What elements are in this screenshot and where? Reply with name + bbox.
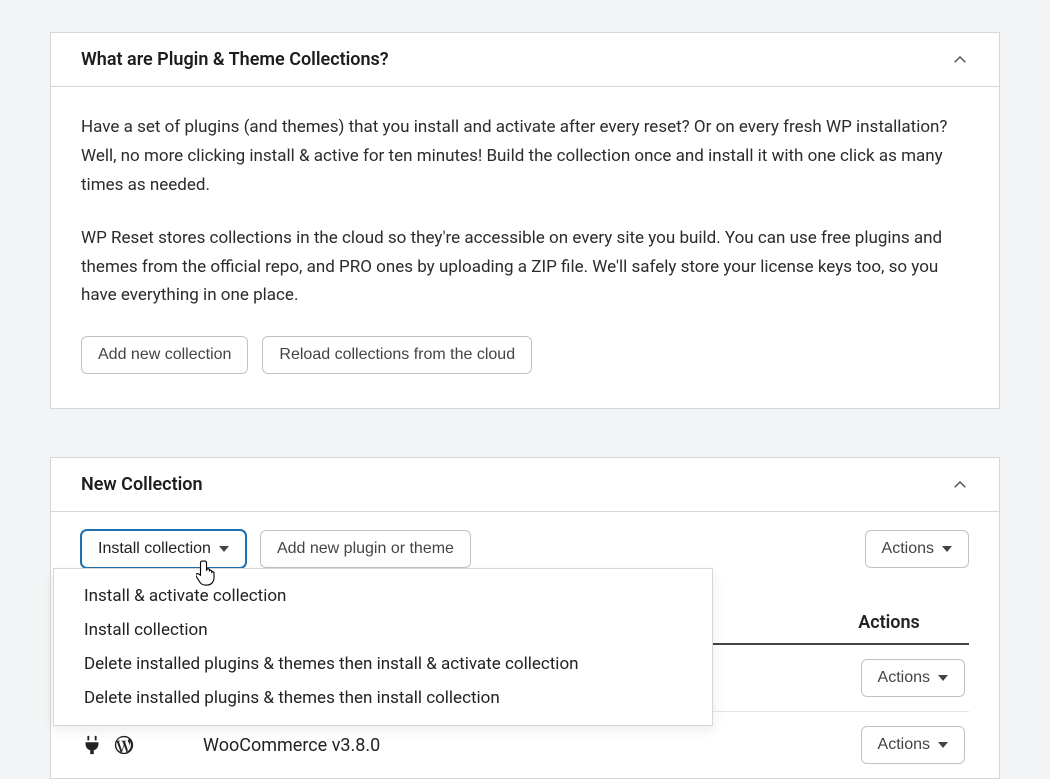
new-collection-title: New Collection xyxy=(81,474,203,495)
row-actions-label: Actions xyxy=(878,669,930,687)
col-actions-header: Actions xyxy=(809,612,969,633)
add-new-collection-button[interactable]: Add new collection xyxy=(81,336,248,374)
wordpress-icon xyxy=(113,734,135,756)
new-collection-header[interactable]: New Collection xyxy=(51,458,999,511)
install-collection-menu: Install & activate collection Install co… xyxy=(53,568,713,726)
menu-install-activate[interactable]: Install & activate collection xyxy=(54,579,712,613)
plug-icon xyxy=(81,734,103,756)
new-collection-card: New Collection Install collection Add ne… xyxy=(50,457,1000,779)
row-actions-dropdown-button[interactable]: Actions xyxy=(861,659,965,697)
collections-info-paragraph: WP Reset stores collections in the cloud… xyxy=(81,224,969,311)
collections-info-header[interactable]: What are Plugin & Theme Collections? xyxy=(51,33,999,86)
chevron-up-icon xyxy=(951,51,969,69)
collections-info-actions: Add new collection Reload collections fr… xyxy=(81,336,969,374)
caret-down-icon xyxy=(942,546,952,552)
collection-toolbar: Install collection Add new plugin or the… xyxy=(81,530,969,568)
row-icons xyxy=(81,734,147,756)
row-item-name: WooCommerce v3.8.0 xyxy=(147,735,809,756)
reload-collections-button[interactable]: Reload collections from the cloud xyxy=(262,336,532,374)
collections-info-title: What are Plugin & Theme Collections? xyxy=(81,49,389,70)
chevron-up-icon xyxy=(951,476,969,494)
install-collection-label: Install collection xyxy=(98,540,211,558)
collection-actions-dropdown-button[interactable]: Actions xyxy=(865,530,969,568)
row-actions-label: Actions xyxy=(878,736,930,754)
collections-info-paragraph: Have a set of plugins (and themes) that … xyxy=(81,113,969,200)
row-actions-dropdown-button[interactable]: Actions xyxy=(861,726,965,764)
new-collection-body: Install collection Add new plugin or the… xyxy=(51,511,999,778)
menu-delete-install[interactable]: Delete installed plugins & themes then i… xyxy=(54,681,712,715)
menu-delete-install-activate[interactable]: Delete installed plugins & themes then i… xyxy=(54,647,712,681)
collections-info-card: What are Plugin & Theme Collections? Hav… xyxy=(50,32,1000,409)
menu-install[interactable]: Install collection xyxy=(54,613,712,647)
collections-info-body: Have a set of plugins (and themes) that … xyxy=(51,86,999,408)
caret-down-icon xyxy=(938,675,948,681)
caret-down-icon xyxy=(938,742,948,748)
caret-down-icon xyxy=(219,546,229,552)
install-collection-dropdown-button[interactable]: Install collection xyxy=(81,530,246,568)
collection-actions-label: Actions xyxy=(882,540,934,558)
add-plugin-theme-button[interactable]: Add new plugin or theme xyxy=(260,530,471,568)
